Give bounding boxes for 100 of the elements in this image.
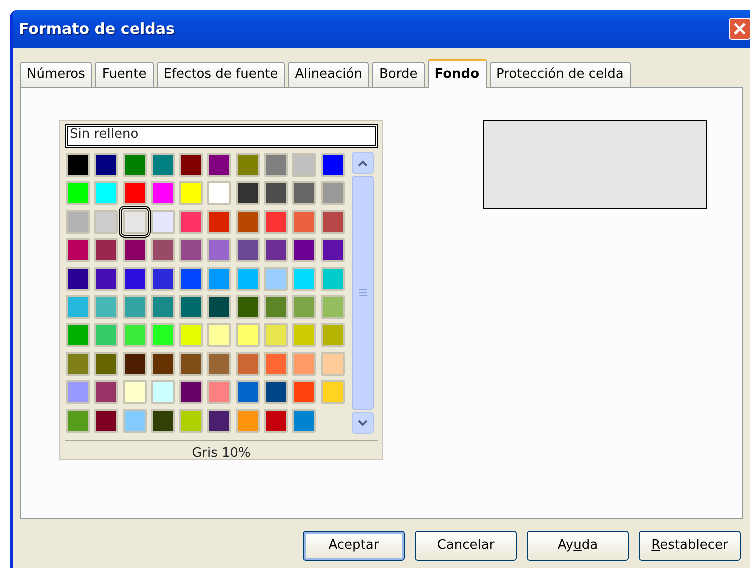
color-swatch[interactable] — [207, 153, 232, 177]
color-swatch[interactable] — [66, 266, 90, 291]
dialog-button[interactable]: Aceptar — [303, 531, 405, 561]
color-swatch[interactable] — [236, 238, 260, 262]
color-swatch[interactable] — [264, 238, 288, 262]
color-swatch[interactable] — [320, 238, 345, 262]
color-swatch[interactable] — [264, 294, 288, 319]
color-swatch[interactable] — [179, 266, 204, 291]
color-swatch[interactable] — [94, 238, 118, 262]
color-swatch[interactable] — [122, 266, 147, 291]
dialog-button[interactable]: Cancelar — [415, 531, 517, 561]
color-swatch[interactable] — [94, 181, 118, 206]
color-swatch[interactable] — [150, 238, 175, 262]
color-swatch[interactable] — [207, 294, 232, 319]
color-swatch[interactable] — [66, 294, 90, 319]
color-swatch[interactable] — [122, 238, 147, 262]
color-swatch[interactable] — [264, 210, 288, 234]
tab[interactable]: Alineación — [288, 62, 370, 87]
color-swatch[interactable] — [264, 323, 288, 348]
color-swatch[interactable] — [320, 210, 345, 234]
color-swatch[interactable] — [94, 153, 118, 177]
color-swatch[interactable] — [320, 294, 345, 319]
color-swatch[interactable] — [94, 294, 118, 319]
color-swatch[interactable] — [94, 380, 118, 404]
color-swatch[interactable] — [207, 408, 232, 433]
color-swatch[interactable] — [292, 181, 316, 206]
color-swatch[interactable] — [66, 181, 90, 206]
color-swatch[interactable] — [179, 323, 204, 348]
tab[interactable]: Efectos de fuente — [156, 62, 286, 87]
color-swatch[interactable] — [122, 352, 147, 376]
color-swatch[interactable] — [320, 380, 345, 404]
tab[interactable]: Borde — [372, 62, 425, 87]
color-swatch[interactable] — [264, 266, 288, 291]
color-swatch[interactable] — [150, 210, 175, 234]
color-swatch[interactable] — [122, 294, 147, 319]
color-swatch[interactable] — [122, 323, 147, 348]
color-swatch[interactable] — [179, 294, 204, 319]
tab[interactable]: Protección de celda — [490, 62, 631, 87]
color-swatch[interactable] — [150, 181, 175, 206]
color-swatch[interactable] — [150, 323, 175, 348]
scrollbar[interactable] — [352, 152, 374, 434]
color-swatch[interactable] — [292, 323, 316, 348]
color-swatch[interactable] — [320, 266, 345, 291]
color-swatch[interactable] — [320, 153, 345, 177]
color-swatch[interactable] — [207, 266, 232, 291]
color-swatch[interactable] — [236, 408, 260, 433]
color-swatch[interactable] — [66, 238, 90, 262]
color-swatch[interactable] — [150, 294, 175, 319]
color-swatch[interactable] — [264, 352, 288, 376]
scroll-up-button[interactable] — [352, 152, 374, 174]
color-swatch[interactable] — [264, 408, 288, 433]
color-swatch[interactable] — [66, 352, 90, 376]
color-swatch[interactable] — [179, 181, 204, 206]
close-button[interactable] — [729, 18, 750, 40]
color-swatch[interactable] — [179, 352, 204, 376]
color-swatch[interactable] — [150, 352, 175, 376]
scroll-thumb[interactable] — [352, 176, 374, 410]
dialog-button[interactable]: Ayuda — [527, 531, 629, 561]
tab[interactable]: Fuente — [95, 62, 154, 87]
color-swatch[interactable] — [122, 408, 147, 433]
color-swatch[interactable] — [236, 323, 260, 348]
color-swatch[interactable] — [236, 352, 260, 376]
color-swatch[interactable] — [292, 210, 316, 234]
color-swatch[interactable] — [292, 153, 316, 177]
color-swatch[interactable] — [320, 181, 345, 206]
color-swatch[interactable] — [236, 294, 260, 319]
color-swatch[interactable] — [292, 408, 316, 433]
color-swatch[interactable] — [66, 210, 90, 234]
color-swatch[interactable] — [292, 352, 316, 376]
no-fill-option[interactable]: Sin relleno — [65, 124, 378, 148]
color-swatch[interactable] — [236, 210, 260, 234]
color-swatch[interactable] — [150, 153, 175, 177]
color-swatch[interactable] — [236, 181, 260, 206]
color-swatch[interactable] — [236, 380, 260, 404]
color-swatch[interactable] — [150, 408, 175, 433]
color-swatch[interactable] — [179, 238, 204, 262]
color-swatch[interactable] — [264, 153, 288, 177]
color-swatch[interactable] — [236, 266, 260, 291]
color-swatch[interactable] — [122, 153, 147, 177]
color-swatch[interactable] — [179, 210, 204, 234]
color-swatch[interactable] — [122, 181, 147, 206]
color-swatch[interactable] — [207, 380, 232, 404]
color-swatch[interactable] — [179, 380, 204, 404]
color-swatch[interactable] — [94, 408, 118, 433]
color-swatch[interactable] — [94, 323, 118, 348]
color-swatch[interactable] — [94, 352, 118, 376]
color-swatch[interactable] — [94, 210, 118, 234]
color-swatch[interactable] — [292, 266, 316, 291]
color-swatch[interactable] — [292, 294, 316, 319]
color-swatch[interactable] — [207, 323, 232, 348]
color-swatch[interactable] — [66, 323, 90, 348]
color-swatch[interactable] — [150, 380, 175, 404]
color-swatch[interactable] — [320, 323, 345, 348]
color-swatch[interactable] — [150, 266, 175, 291]
color-swatch[interactable] — [66, 153, 90, 177]
color-swatch[interactable] — [122, 380, 147, 404]
color-swatch[interactable] — [66, 408, 90, 433]
color-swatch[interactable] — [207, 352, 232, 376]
color-swatch[interactable] — [264, 380, 288, 404]
color-swatch[interactable] — [207, 210, 232, 234]
